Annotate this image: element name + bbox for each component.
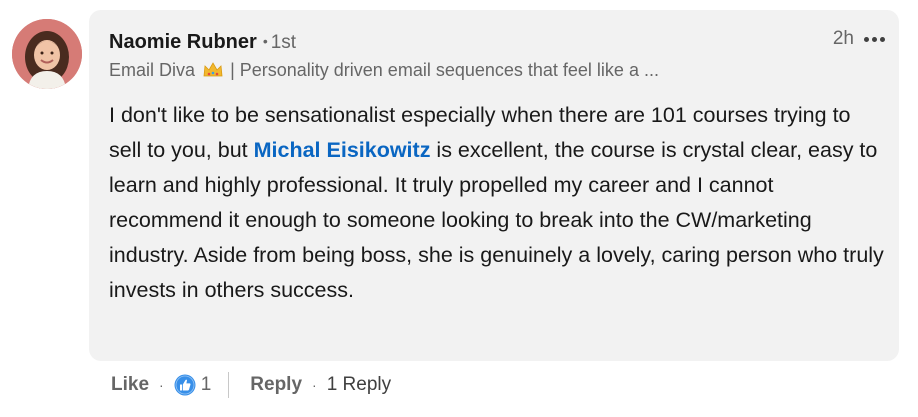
- avatar-photo: [12, 19, 82, 89]
- timestamp: 2h: [832, 28, 854, 49]
- avatar[interactable]: [12, 19, 82, 89]
- like-count[interactable]: 1: [201, 374, 212, 396]
- like-button[interactable]: Like: [111, 374, 149, 396]
- comment-card: Naomie Rubner • 1st Email Diva | Personali…: [0, 0, 918, 417]
- reply-button[interactable]: Reply: [250, 374, 302, 396]
- comment-bubble: Naomie Rubner • 1st Email Diva | Personali…: [89, 10, 899, 361]
- crown-emoji-icon: [203, 62, 223, 77]
- reply-count-link[interactable]: 1 Reply: [327, 374, 391, 396]
- comment-actions: Like · 1 Reply · 1 Reply: [111, 369, 391, 401]
- like-reaction-icon[interactable]: [174, 374, 196, 396]
- author-line: Naomie Rubner • 1st: [109, 28, 296, 56]
- headline-suffix: | Personality driven email sequences tha…: [230, 60, 659, 80]
- comment-meta: 2h: [833, 26, 885, 52]
- separator-dot: ·: [159, 377, 164, 393]
- connection-degree: • 1st: [257, 32, 296, 53]
- separator-dot: ·: [312, 377, 317, 393]
- action-divider: [228, 372, 230, 398]
- comment-body: I don't like to be sensationalist especi…: [109, 98, 884, 308]
- separator-dot: •: [262, 33, 268, 49]
- mention-link[interactable]: Michal Eisikowitz: [254, 138, 431, 162]
- headline-prefix: Email Diva: [109, 60, 196, 80]
- author-headline[interactable]: Email Diva | Personality driven email se…: [109, 58, 659, 82]
- comment-text-end: is excellent, the course is crystal clea…: [109, 138, 884, 302]
- connection-degree-label: 1st: [270, 32, 297, 53]
- more-options-icon[interactable]: [864, 36, 885, 42]
- author-name[interactable]: Naomie Rubner: [109, 31, 257, 53]
